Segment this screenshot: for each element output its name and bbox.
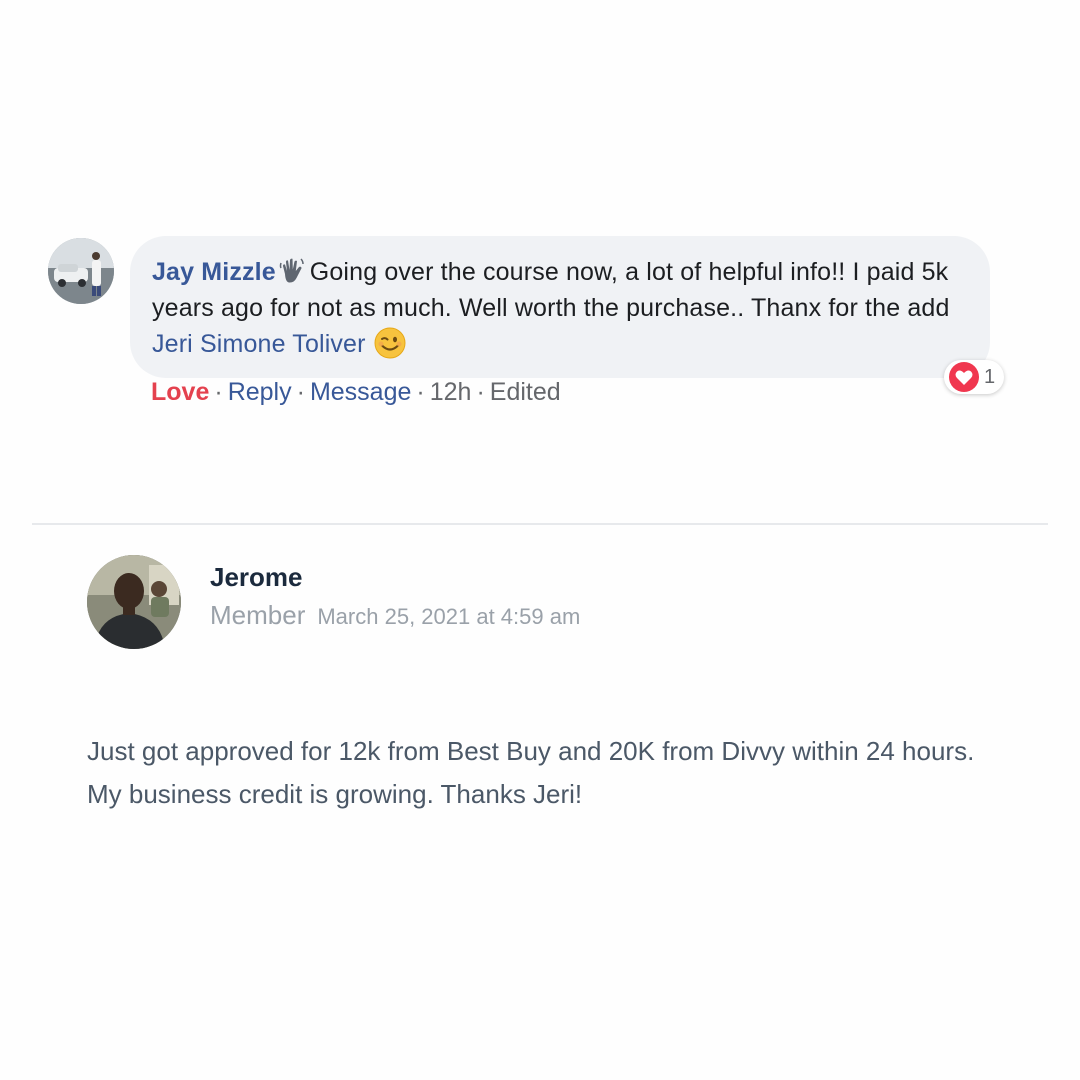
separator: · [416, 378, 425, 406]
post-date[interactable]: March 25, 2021 at 4:59 am [317, 604, 580, 629]
reaction-count: 1 [984, 365, 996, 388]
reply-link[interactable]: Reply [228, 378, 292, 406]
edited-label[interactable]: Edited [490, 378, 561, 406]
commenter-avatar[interactable] [48, 238, 114, 304]
waving-hand-icon [278, 257, 306, 285]
separator: · [296, 378, 305, 406]
comment-bubble: Jay Mizzle Going over the course now, a … [130, 236, 990, 378]
separator: · [214, 378, 223, 406]
love-reaction-button[interactable]: Love [151, 378, 209, 406]
facebook-comment: Jay Mizzle Going over the course now, a … [48, 236, 1028, 426]
comment-timestamp[interactable]: 12h [430, 378, 472, 406]
commenter-name[interactable]: Jay Mizzle [152, 258, 276, 286]
member-role-badge: Member [210, 600, 306, 630]
separator: · [476, 378, 485, 406]
section-divider [32, 523, 1048, 525]
comment-actions: Love · Reply · Message · 12h · Edited [151, 378, 561, 407]
post-body: Just got approved for 12k from Best Buy … [87, 736, 975, 809]
post-author-name[interactable]: Jerome [210, 562, 303, 593]
heart-icon [948, 361, 980, 393]
mention-link[interactable]: Jeri Simone Toliver [152, 330, 366, 358]
winking-face-icon [374, 327, 406, 359]
reaction-count-badge[interactable]: 1 [944, 360, 1005, 394]
post-author-avatar[interactable] [87, 555, 181, 649]
message-link[interactable]: Message [310, 378, 411, 406]
post-meta: Member March 25, 2021 at 4:59 am [210, 600, 580, 631]
page: Jay Mizzle Going over the course now, a … [0, 0, 1080, 1080]
